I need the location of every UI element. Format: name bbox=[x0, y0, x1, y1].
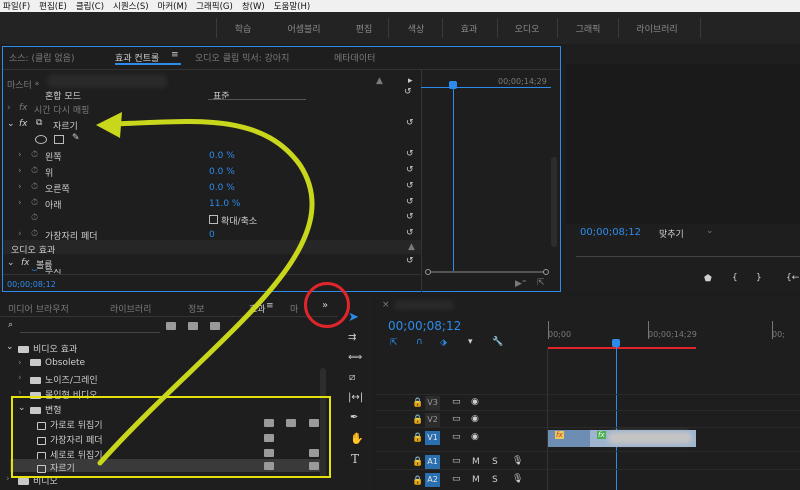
arrow-path bbox=[97, 119, 315, 466]
arrow-head bbox=[96, 112, 122, 138]
green-arrow-annotation bbox=[96, 112, 315, 466]
